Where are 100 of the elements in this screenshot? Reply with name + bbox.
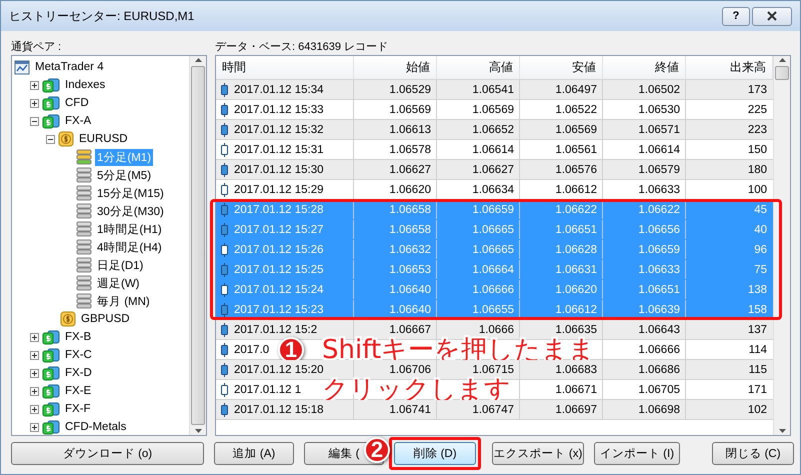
currency-stack-icon bbox=[42, 365, 60, 381]
tree-item[interactable]: FX-F bbox=[63, 402, 93, 416]
table-cell: 180 bbox=[748, 164, 767, 176]
tree-item[interactable]: FX-D bbox=[63, 366, 94, 380]
tree-item[interactable]: FX-C bbox=[63, 348, 94, 362]
table-row[interactable]: 2017.01.12 15:30 1.06627 1.06627 1.06576 1.06579 180 bbox=[216, 160, 773, 180]
table-cell: 1.06652 bbox=[472, 124, 514, 136]
currency-stack-icon bbox=[42, 401, 60, 417]
tree-item[interactable]: FX-E bbox=[63, 384, 94, 398]
close-button[interactable] bbox=[752, 6, 792, 26]
table-cell: 1.06658 bbox=[389, 204, 431, 216]
table-cell: 1.06655 bbox=[472, 304, 514, 316]
tree-item[interactable]: MetaTrader 4 bbox=[33, 60, 106, 74]
tree-item[interactable]: 15分足(M15) bbox=[95, 184, 166, 202]
table-cell: 158 bbox=[748, 304, 767, 316]
expand-icon[interactable] bbox=[30, 386, 39, 396]
tree-item[interactable]: FX-A bbox=[63, 114, 94, 128]
table-cell: 2017.01.12 15:34 bbox=[234, 84, 324, 96]
table-row[interactable]: 2017.01.12 15:33 1.06569 1.06569 1.06522 1.06530 225 bbox=[216, 100, 773, 120]
table-row[interactable]: 2017.01.12 15:20 1.06706 1.06715 1.06683 1.06686 115 bbox=[216, 360, 773, 380]
dialog-button[interactable]: エクスポート (x) bbox=[492, 442, 584, 464]
table-cell: 1.0666 bbox=[478, 324, 514, 336]
tree-item[interactable]: Indexes bbox=[63, 78, 108, 92]
table-cell: 1.06741 bbox=[389, 404, 431, 416]
table-row[interactable]: 2017.01.12 15:18 1.06741 1.06747 1.06697 1.06698 102 bbox=[216, 400, 773, 420]
tree-label: 通貨ペア : bbox=[11, 40, 62, 54]
table-cell: 1.06633 bbox=[638, 264, 680, 276]
table-cell: 2017.01.12 15:31 bbox=[234, 144, 324, 156]
tree-item[interactable]: 4時間足(H4) bbox=[95, 238, 164, 256]
table-cell: 40 bbox=[754, 224, 767, 236]
table-cell: 2017.01.12 15:30 bbox=[234, 164, 324, 176]
scroll-down-icon[interactable] bbox=[778, 429, 786, 433]
scrollbar-thumb[interactable] bbox=[775, 66, 789, 80]
tree-item[interactable]: CFD-Metals bbox=[63, 420, 128, 434]
help-button[interactable]: ? bbox=[722, 6, 750, 26]
table-cell: 1.06659 bbox=[472, 204, 514, 216]
table-cell: 1.06502 bbox=[638, 84, 680, 96]
dialog-button[interactable]: ダウンロード (o) bbox=[11, 442, 204, 464]
table-cell: 1.06634 bbox=[472, 184, 514, 196]
expand-icon[interactable] bbox=[30, 98, 39, 108]
collapse-icon[interactable] bbox=[30, 116, 39, 126]
expand-icon[interactable] bbox=[30, 332, 39, 342]
tree-item[interactable]: CFD bbox=[63, 96, 91, 110]
dollar-coin-icon bbox=[60, 311, 76, 327]
record-count: データ・ベース: 6431639 レコード bbox=[215, 40, 389, 54]
scrollbar-thumb[interactable] bbox=[191, 66, 205, 425]
dialog-button[interactable]: 削除 (D) bbox=[394, 442, 476, 464]
table-cell: 1.06658 bbox=[389, 224, 431, 236]
table-row[interactable]: 2017.01.12 15:34 1.06529 1.06541 1.06497 1.06502 173 bbox=[216, 80, 773, 100]
dialog-button[interactable]: インポート (I) bbox=[594, 442, 680, 464]
table-row[interactable]: 2017.01.12 15:31 1.06578 1.06614 1.06561 1.06614 150 bbox=[216, 140, 773, 160]
expand-icon[interactable] bbox=[30, 368, 39, 378]
column-header[interactable]: 安値 bbox=[520, 56, 603, 79]
expand-icon[interactable] bbox=[30, 422, 39, 432]
table-cell: 1.06635 bbox=[555, 324, 597, 336]
tree-item[interactable]: 週足(W) bbox=[95, 274, 142, 292]
tree-item[interactable]: 日足(D1) bbox=[95, 256, 146, 274]
table-cell: 1.06622 bbox=[555, 204, 597, 216]
scroll-down-icon[interactable] bbox=[194, 429, 202, 433]
table-cell: 1.06706 bbox=[389, 364, 431, 376]
tree-item[interactable]: 5分足(M5) bbox=[95, 166, 154, 184]
table-row[interactable]: 2017.01.12 15:32 1.06613 1.06652 1.06569 1.06571 223 bbox=[216, 120, 773, 140]
table-cell: 2017.01.12 15:33 bbox=[234, 104, 324, 116]
table-cell: 1.06643 bbox=[638, 324, 680, 336]
tree-item[interactable]: EURUSD bbox=[77, 132, 130, 146]
table-cell: 75 bbox=[754, 264, 767, 276]
table-cell: 1.06639 bbox=[638, 304, 680, 316]
dialog-button[interactable]: 追加 (A) bbox=[214, 442, 294, 464]
column-header[interactable]: 時間 bbox=[216, 56, 354, 79]
tree-item[interactable]: FX-B bbox=[63, 330, 94, 344]
tree-item[interactable]: 30分足(M30) bbox=[95, 202, 166, 220]
scroll-up-icon[interactable] bbox=[194, 58, 202, 62]
column-header[interactable]: 始値 bbox=[354, 56, 437, 79]
collapse-icon[interactable] bbox=[46, 134, 55, 144]
table-cell: 2017.01.12 15:28 bbox=[234, 204, 324, 216]
table-cell: 1.06522 bbox=[555, 104, 597, 116]
expand-icon[interactable] bbox=[30, 350, 39, 360]
table-cell: 1.06640 bbox=[389, 284, 431, 296]
table-cell: 1.06633 bbox=[638, 184, 680, 196]
table-cell: 1.06747 bbox=[472, 404, 514, 416]
table-cell: 1.06569 bbox=[389, 104, 431, 116]
table-cell: 1.06569 bbox=[555, 124, 597, 136]
tree-item[interactable]: 毎月 (MN) bbox=[95, 292, 152, 310]
column-header[interactable]: 終値 bbox=[603, 56, 686, 79]
expand-icon[interactable] bbox=[30, 80, 39, 90]
table-cell: 1.06683 bbox=[555, 364, 597, 376]
table-cell: 150 bbox=[748, 144, 767, 156]
tree-item[interactable]: GBPUSD bbox=[79, 312, 132, 326]
table-cell: 1.06653 bbox=[389, 264, 431, 276]
scrollbar[interactable] bbox=[773, 56, 790, 435]
column-header[interactable]: 高値 bbox=[437, 56, 520, 79]
scroll-up-icon[interactable] bbox=[778, 58, 786, 62]
dialog-button[interactable]: 閉じる (C) bbox=[712, 442, 794, 464]
table-cell: 1.06627 bbox=[389, 164, 431, 176]
scrollbar[interactable] bbox=[189, 56, 206, 435]
tree-item[interactable]: 1時間足(H1) bbox=[95, 220, 164, 238]
table-cell: 1.06620 bbox=[555, 284, 597, 296]
table-cell: 1.06698 bbox=[638, 404, 680, 416]
table-cell: 102 bbox=[748, 404, 767, 416]
expand-icon[interactable] bbox=[30, 404, 39, 414]
